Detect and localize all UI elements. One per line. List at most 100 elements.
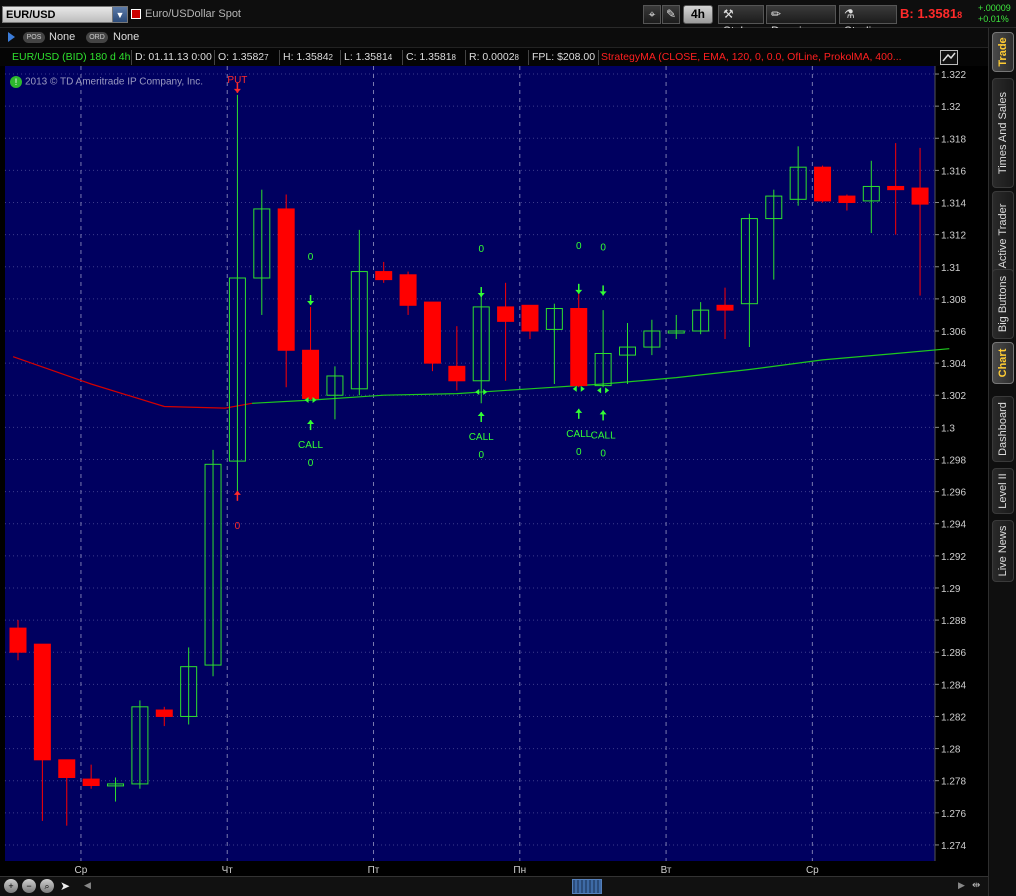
studies-button[interactable]: ⚗ Studies (839, 5, 897, 38)
put-signal-qty: 0 (235, 521, 241, 532)
x-tick-label: Пн (513, 865, 526, 876)
chart-scrollbar[interactable]: + − ⌕ ➤ ◀ ▶ ⇹ (0, 876, 988, 896)
call-signal-label: CALL (591, 430, 616, 441)
drawings-button[interactable]: ✏ Drawings (766, 5, 836, 38)
tab-big-buttons[interactable]: Big Buttons (992, 269, 1014, 339)
y-tick-label: 1.308 (941, 295, 966, 306)
candle-body-down (497, 306, 515, 322)
candle-body-down (82, 778, 100, 787)
y-tick-label: 1.294 (941, 520, 966, 531)
y-tick-label: 1.306 (941, 327, 966, 338)
y-tick-label: 1.304 (941, 359, 966, 370)
cursor-icon[interactable]: ➤ (60, 879, 70, 893)
symbol-description: Euro/USDollar Spot (145, 8, 241, 20)
candle-body-down (375, 271, 393, 281)
info-high-sub: 2 (328, 53, 333, 62)
call-qty-below: 0 (308, 458, 314, 469)
tab-dashboard-label: Dashboard (997, 402, 1009, 456)
info-open: O: 1.35827 (218, 51, 269, 63)
candle-body-down (302, 349, 320, 399)
call-qty-above: 0 (308, 252, 314, 263)
y-tick-label: 1.318 (941, 134, 966, 145)
plot-area (5, 66, 935, 861)
expand-icon[interactable]: ⇹ (972, 880, 980, 891)
tab-chart[interactable]: Chart (992, 342, 1014, 384)
candle-body-down (716, 304, 734, 311)
call-qty-below: 0 (576, 447, 582, 458)
bid-price-sub: 8 (957, 10, 963, 20)
bid-price-main: B: 1.3581 (900, 6, 958, 21)
call-qty-below: 0 (478, 450, 484, 461)
candle-body-down (887, 185, 905, 191)
timeframe-selector[interactable]: 4h (683, 5, 713, 24)
price-chart[interactable]: 1.274 1.276 1.278 1.28 1.282 1.284 1.286 1.288 1… (0, 66, 988, 876)
info-high: H: 1.35842 (283, 51, 333, 63)
call-qty-above: 0 (576, 241, 582, 252)
info-close-main: C: 1.3581 (406, 51, 452, 63)
pin-tool-button[interactable]: ⌖ (643, 5, 661, 24)
expand-arrow-icon[interactable] (8, 32, 15, 42)
info-low-main: L: 1.3581 (344, 51, 388, 63)
studies-icon: ⚗ (844, 7, 855, 21)
change-absolute: +.00009 (978, 3, 1011, 13)
change-percent: +0.01% (978, 14, 1009, 24)
candle-body-down (448, 365, 466, 382)
candle-body-down (155, 709, 173, 717)
y-tick-label: 1.312 (941, 231, 966, 242)
tab-times-and-sales[interactable]: Times And Sales (992, 78, 1014, 188)
info-close-sub: 8 (451, 53, 456, 62)
candle-body-down (399, 274, 417, 306)
tab-active-trader[interactable]: Active Trader (992, 191, 1014, 281)
info-date: D: 01.11.13 0:00 (135, 51, 212, 63)
study-label[interactable]: StrategyMA (CLOSE, EMA, 120, 0, 0.0, OfL… (601, 51, 933, 63)
position-bar: POS None ORD None (0, 28, 988, 47)
y-tick-label: 1.278 (941, 777, 966, 788)
y-tick-label: 1.282 (941, 712, 966, 723)
info-high-main: H: 1.3584 (283, 51, 329, 63)
bid-price: B: 1.35818 (900, 6, 962, 21)
y-tick-label: 1.298 (941, 455, 966, 466)
chart-settings-icon[interactable] (940, 50, 958, 65)
y-tick-label: 1.3 (941, 423, 955, 434)
side-tab-strip: Trade Times And Sales Active Trader Big … (988, 28, 1016, 896)
tab-active-trader-label: Active Trader (997, 203, 1009, 269)
candle-body-down (33, 643, 51, 761)
y-tick-label: 1.274 (941, 841, 966, 852)
pencil-tool-button[interactable]: ✎ (662, 5, 680, 24)
candle-body-down (838, 195, 856, 204)
zoom-fit-icon[interactable]: ⌕ (40, 879, 54, 893)
tab-dashboard[interactable]: Dashboard (992, 396, 1014, 462)
call-qty-above: 0 (600, 242, 606, 253)
y-tick-label: 1.288 (941, 616, 966, 627)
chart-canvas: 1.274 1.276 1.278 1.28 1.282 1.284 1.286 1.288 1… (0, 66, 988, 876)
symbol-dropdown-button[interactable]: ▼ (112, 6, 128, 23)
info-fpl: FPL: $208.00 (532, 51, 596, 63)
y-tick-label: 1.28 (941, 745, 961, 756)
drawings-icon: ✏ (771, 7, 782, 21)
call-signal-label: CALL (566, 429, 591, 440)
style-button[interactable]: ⚒ Style (718, 5, 764, 38)
style-icon: ⚒ (723, 7, 734, 21)
zoom-out-icon[interactable]: − (22, 879, 36, 893)
symbol-input[interactable]: EUR/USD (2, 6, 128, 23)
y-tick-label: 1.284 (941, 680, 966, 691)
call-qty-below: 0 (600, 448, 606, 459)
scroll-left-icon[interactable]: ◀ (84, 880, 91, 891)
chart-settings-glyph (942, 52, 956, 62)
tab-big-buttons-label: Big Buttons (997, 275, 1009, 333)
y-tick-label: 1.292 (941, 552, 966, 563)
scroll-right-icon[interactable]: ▶ (958, 880, 965, 891)
tab-level-ii[interactable]: Level II (992, 468, 1014, 514)
copyright-text: 2013 © TD Ameritrade IP Company, Inc. (25, 76, 204, 88)
candle-body-down (911, 187, 929, 205)
scrollbar-thumb[interactable] (572, 879, 602, 894)
tab-live-news[interactable]: Live News (992, 520, 1014, 582)
info-range-sub: 8 (514, 53, 519, 62)
y-tick-label: 1.32 (941, 102, 961, 113)
y-tick-label: 1.276 (941, 809, 966, 820)
candle-body-down (58, 759, 76, 778)
tab-trade-label: Trade (997, 37, 1009, 67)
zoom-in-icon[interactable]: + (4, 879, 18, 893)
candle-body-down (814, 166, 832, 202)
tab-trade[interactable]: Trade (992, 32, 1014, 72)
